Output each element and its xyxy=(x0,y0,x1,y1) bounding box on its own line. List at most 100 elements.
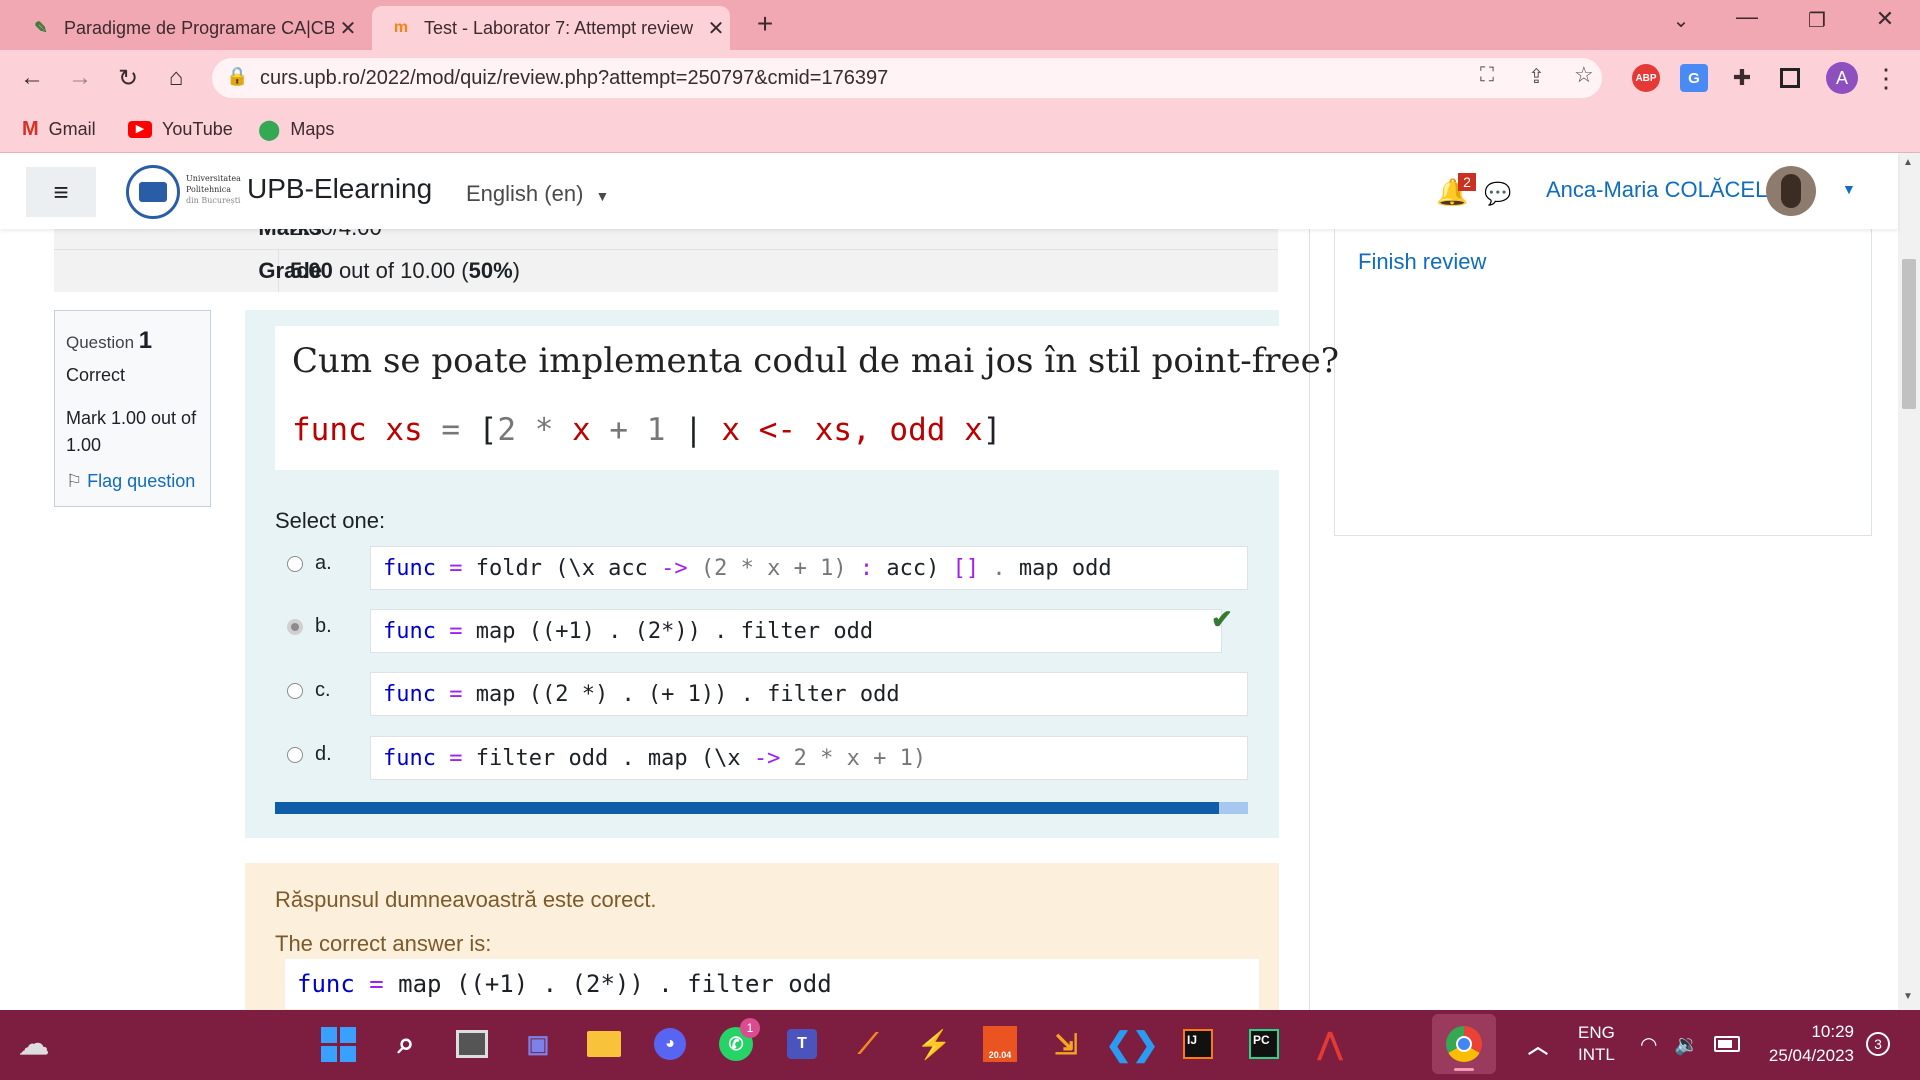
upb-logo[interactable] xyxy=(126,165,180,219)
scroll-up-icon[interactable]: ▲ xyxy=(1903,157,1913,168)
reload-icon[interactable]: ↻ xyxy=(112,62,144,94)
new-tab-icon[interactable]: + xyxy=(748,8,782,42)
xilinx-icon[interactable]: ⚡ xyxy=(912,1022,956,1066)
home-icon[interactable]: ⌂ xyxy=(160,62,192,94)
file-explorer-icon[interactable] xyxy=(582,1022,626,1066)
share-icon[interactable]: ⇪ xyxy=(1528,64,1545,89)
user-name[interactable]: Anca-Maria COLĂCEL xyxy=(1546,177,1767,203)
google-translate-icon[interactable]: G xyxy=(1680,64,1708,92)
language-menu[interactable]: English (en) ▼ xyxy=(466,181,609,207)
search-icon[interactable]: ⌕ xyxy=(384,1022,428,1066)
option-letter: a. xyxy=(315,552,332,574)
chrome-taskbar-active[interactable] xyxy=(1432,1014,1496,1074)
radio-d[interactable] xyxy=(287,747,303,763)
side-panel-icon[interactable] xyxy=(1780,68,1800,88)
scroll-down-icon[interactable]: ▼ xyxy=(1903,991,1913,1002)
forward-icon[interactable]: → xyxy=(64,62,96,94)
question-state: Correct xyxy=(66,365,126,385)
discord-icon[interactable]: ◕ xyxy=(648,1022,692,1066)
translate-icon[interactable]: ⛶ xyxy=(1480,64,1494,87)
whatsapp-badge: 1 xyxy=(740,1018,760,1038)
close-icon[interactable]: ✕ xyxy=(702,16,730,41)
network-tool-icon[interactable]: ⇲ xyxy=(1044,1022,1088,1066)
flag-question-link[interactable]: ⚐ Flag question xyxy=(66,471,195,492)
start-button[interactable] xyxy=(316,1022,360,1066)
volume-icon[interactable]: 🔉 xyxy=(1674,1032,1699,1057)
user-avatar[interactable] xyxy=(1766,166,1816,216)
minimize-icon[interactable]: — xyxy=(1730,4,1764,38)
tab-paradigme[interactable]: ✎ Paradigme de Programare CA|CB ✕ xyxy=(12,6,362,50)
notification-center-badge[interactable]: 3 xyxy=(1866,1032,1890,1056)
bookmark-youtube[interactable]: ▶ YouTube xyxy=(128,114,233,144)
window-close-icon[interactable]: ✕ xyxy=(1868,6,1902,40)
teams-chat-icon[interactable]: ▣ xyxy=(516,1022,560,1066)
question-formulation: Cum se poate implementa codul de mai jos… xyxy=(245,310,1339,838)
tab-search-icon[interactable]: ⌄ xyxy=(1664,8,1698,42)
time: 10:29 xyxy=(1811,1022,1854,1041)
matlab-icon[interactable]: ⟋ xyxy=(846,1022,890,1066)
flag-icon: ⚐ xyxy=(66,471,83,491)
option-d-code[interactable]: func = filter odd . map (\x -> 2 * x + 1… xyxy=(370,736,1248,780)
correct-check-icon: ✔ xyxy=(1211,604,1233,634)
youtube-icon: ▶ xyxy=(128,120,152,138)
menu-kebab-icon[interactable]: ⋮ xyxy=(1870,62,1902,94)
intellij-icon[interactable]: IJ xyxy=(1176,1022,1220,1066)
ubuntu-icon[interactable]: 20.04 xyxy=(978,1022,1022,1066)
caret-down-icon: ▼ xyxy=(595,188,610,204)
radio-a[interactable] xyxy=(287,556,303,572)
lock-icon: 🔒 xyxy=(226,66,249,86)
tab-attempt-review[interactable]: m Test - Laborator 7: Attempt review ✕ xyxy=(372,6,730,50)
messages-icon[interactable]: 💬 xyxy=(1484,181,1511,207)
option-b-code[interactable]: func = map ((+1) . (2 *)) . filter odd xyxy=(370,609,1222,653)
feedback-panel: Răspunsul dumneavoastră este corect. The… xyxy=(245,863,1279,1010)
bookmark-gmail[interactable]: M Gmail xyxy=(22,114,96,144)
clock[interactable]: 10:29 25/04/2023 xyxy=(1758,1020,1854,1068)
page-scrollbar[interactable]: ▲ ▼ xyxy=(1898,153,1920,1010)
finish-review-link[interactable]: Finish review xyxy=(1358,249,1486,275)
language-indicator[interactable]: ENG INTL xyxy=(1578,1022,1615,1066)
close-icon[interactable]: ✕ xyxy=(334,16,362,41)
extensions-icon[interactable]: ✚ xyxy=(1726,62,1758,94)
battery-icon[interactable] xyxy=(1714,1036,1740,1052)
bookmark-maps[interactable]: ⬤ Maps xyxy=(258,114,334,144)
url-text: curs.upb.ro/2022/mod/quiz/review.php?att… xyxy=(260,67,889,89)
option-letter: b. xyxy=(315,615,332,637)
pycharm-icon[interactable]: PC xyxy=(1242,1022,1286,1066)
flag-question-label: Flag question xyxy=(87,471,196,491)
weather-icon[interactable]: ☁ xyxy=(12,1022,56,1066)
profile-avatar[interactable]: A xyxy=(1826,62,1858,94)
bookmark-star-icon[interactable]: ☆ xyxy=(1574,62,1594,88)
drawer-toggle-button[interactable]: ≡ xyxy=(26,167,96,217)
scrollbar-thumb[interactable] xyxy=(275,802,1219,814)
adobe-acrobat-icon[interactable]: ⋀ xyxy=(1308,1022,1352,1066)
restore-icon[interactable]: ❐ xyxy=(1800,8,1834,42)
back-icon[interactable]: ← xyxy=(16,62,48,94)
option-letter: c. xyxy=(315,679,331,701)
address-bar[interactable]: 🔒 curs.upb.ro/2022/mod/quiz/review.php?a… xyxy=(212,58,1602,98)
option-a-code[interactable]: func = foldr (\x acc -> (2 * x + 1) : ac… xyxy=(370,546,1248,590)
tab-title: Paradigme de Programare CA|CB xyxy=(64,17,334,38)
scrollbar-thumb[interactable] xyxy=(1902,259,1916,409)
horizontal-scrollbar[interactable] xyxy=(275,802,1248,814)
task-view-icon[interactable] xyxy=(450,1022,494,1066)
option-c-code[interactable]: func = map ((2 *) . (+ 1)) . filter odd xyxy=(370,672,1248,716)
site-navbar: ≡ Universitatea Politehnica din Bucureșt… xyxy=(0,153,1898,229)
wifi-icon[interactable]: ◠ xyxy=(1640,1032,1657,1057)
vscode-icon[interactable]: ❮❯ xyxy=(1105,1022,1159,1066)
teams-icon[interactable]: T xyxy=(780,1022,824,1066)
browser-tab-bar: ✎ Paradigme de Programare CA|CB ✕ m Test… xyxy=(0,0,1920,50)
marks-value: 2.00/4.00 xyxy=(290,229,382,241)
user-menu-caret-icon[interactable]: ▼ xyxy=(1842,181,1856,197)
question-mark: Mark 1.00 out of 1.00 xyxy=(66,408,197,455)
site-name[interactable]: UPB-Elearning xyxy=(247,173,432,205)
adblock-icon[interactable]: ABP xyxy=(1632,64,1660,92)
radio-c[interactable] xyxy=(287,683,303,699)
quiz-navigation-block: Finish review xyxy=(1334,229,1872,536)
bookmark-label: YouTube xyxy=(162,118,233,139)
radio-b-selected[interactable] xyxy=(287,619,303,635)
maps-pin-icon: ⬤ xyxy=(258,118,281,141)
show-hidden-icons[interactable]: ︿ xyxy=(1516,1022,1560,1066)
page-content: Marks 2.00/4.00 Grade 5.00 out of 10.00 … xyxy=(0,229,1898,1010)
feedback-text: Răspunsul dumneavoastră este corect. xyxy=(275,887,657,912)
question-text-panel: Cum se poate implementa codul de mai jos… xyxy=(275,326,1339,470)
